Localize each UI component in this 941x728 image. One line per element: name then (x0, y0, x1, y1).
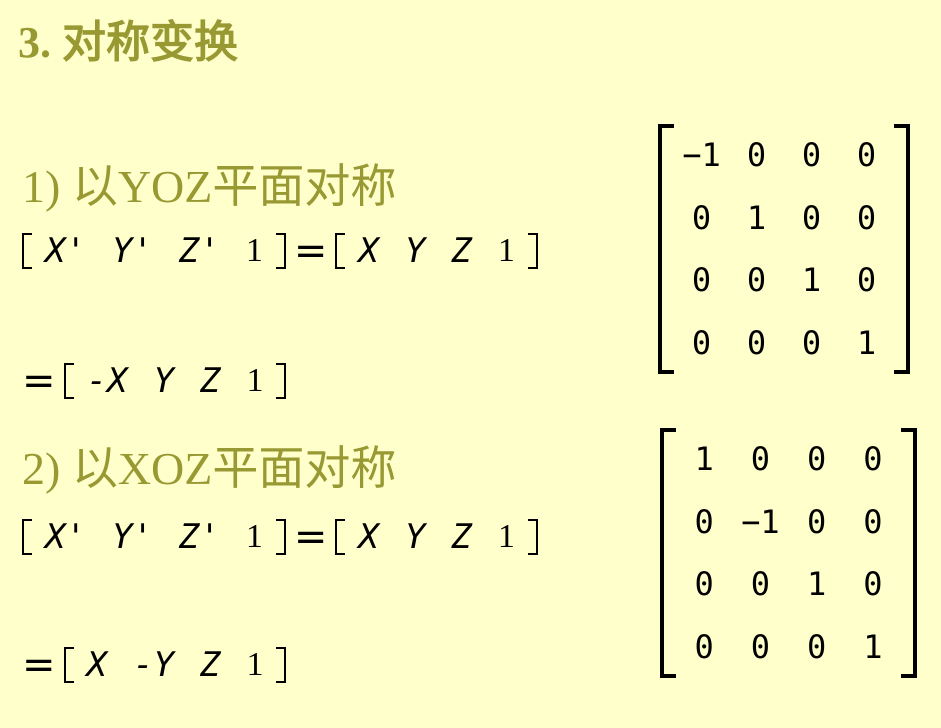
result-xoz: = X -Y Z 1 (22, 642, 287, 688)
matrix-cell: −1 (741, 502, 780, 541)
matrix-cell: 0 (694, 627, 714, 666)
vector-entry: X' (45, 517, 86, 557)
transform-matrix-yoz: −1 0 0 0 0 1 0 0 0 0 1 0 0 0 0 1 (658, 124, 910, 374)
matrix-cell: 0 (863, 440, 883, 478)
vector-entry: Z' (178, 517, 220, 557)
matrix-cell: 0 (746, 323, 767, 362)
vector-entry: X (358, 517, 379, 557)
matrix-cell: 0 (806, 440, 827, 478)
equals-sign: = (293, 514, 328, 560)
vector-entry: Y (404, 517, 426, 557)
section-title: 3. 对称变换 (18, 18, 238, 67)
matrix-cell: 0 (863, 565, 883, 603)
vector-entry: 1 (497, 232, 515, 269)
matrix-cell: 0 (806, 502, 827, 541)
matrix-cell: 0 (856, 261, 877, 299)
vector-entry: 1 (246, 362, 264, 399)
equation-yoz: X' Y' Z' 1 = X Y Z 1 (22, 228, 539, 274)
matrix-cell: 0 (746, 261, 767, 299)
vector-entry: 1 (497, 518, 515, 555)
vector-lhs: X' Y' Z' 1 (22, 517, 286, 557)
matrix-cell: 0 (691, 198, 712, 237)
vector-entry: Y' (111, 517, 153, 557)
matrix-cell: 1 (801, 261, 822, 299)
vector-entry: -Y (133, 645, 174, 685)
subsection-heading-yoz: 1) 以YOZ平面对称 (22, 161, 397, 212)
vector-entry: X (358, 231, 379, 271)
vector-entry: 1 (245, 518, 263, 555)
matrix-cell: 0 (750, 440, 770, 478)
matrix-cell: 0 (750, 565, 770, 603)
matrix-cell: 0 (691, 323, 712, 362)
matrix-cell: 0 (856, 136, 877, 174)
transform-matrix-xoz: 1 0 0 0 0 −1 0 0 0 0 1 0 0 0 0 1 (660, 428, 917, 678)
vector-entry: Z' (178, 231, 220, 271)
result-yoz: = -X Y Z 1 (22, 358, 287, 404)
vector-rhs: X Y Z 1 (335, 517, 539, 557)
vector-entry: Y' (111, 231, 153, 271)
matrix-cell: 0 (806, 627, 827, 666)
matrix-cell: 0 (694, 565, 714, 603)
vector-entry: Z (199, 645, 221, 685)
matrix-cell: 0 (863, 502, 883, 541)
equals-sign: = (293, 228, 328, 274)
matrix-cell: 0 (750, 627, 770, 666)
vector-result: -X Y Z 1 (63, 361, 287, 401)
vector-entry: -X (86, 361, 128, 401)
vector-entry: 1 (245, 232, 263, 269)
vector-entry: 1 (246, 646, 264, 683)
vector-entry: Y (404, 231, 426, 271)
vector-rhs: X Y Z 1 (335, 231, 539, 271)
vector-entry: Z (451, 231, 472, 271)
matrix-cell: 0 (856, 198, 877, 237)
vector-result: X -Y Z 1 (63, 645, 287, 685)
matrix-cell: 0 (746, 136, 767, 174)
matrix-cell: −1 (682, 136, 721, 174)
matrix-cell: 1 (806, 565, 827, 603)
vector-entry: X (86, 645, 107, 685)
matrix-cell: 0 (801, 198, 822, 237)
matrix-cell: 1 (746, 198, 767, 237)
matrix-cell: 1 (863, 627, 883, 666)
vector-entry: Z (451, 517, 472, 557)
equals-sign: = (22, 642, 56, 688)
vector-entry: X' (45, 231, 86, 271)
vector-entry: Z (199, 361, 221, 401)
matrix-cell: 0 (801, 136, 822, 174)
matrix-cell: 1 (856, 323, 877, 362)
equals-sign: = (22, 358, 56, 404)
vector-lhs: X' Y' Z' 1 (22, 231, 286, 271)
subsection-heading-xoz: 2) 以XOZ平面对称 (22, 443, 397, 494)
equation-xoz: X' Y' Z' 1 = X Y Z 1 (22, 514, 539, 560)
vector-entry: Y (153, 361, 174, 401)
matrix-cell: 1 (694, 440, 714, 478)
matrix-cell: 0 (801, 323, 822, 362)
matrix-cell: 0 (694, 502, 714, 541)
matrix-cell: 0 (691, 261, 712, 299)
